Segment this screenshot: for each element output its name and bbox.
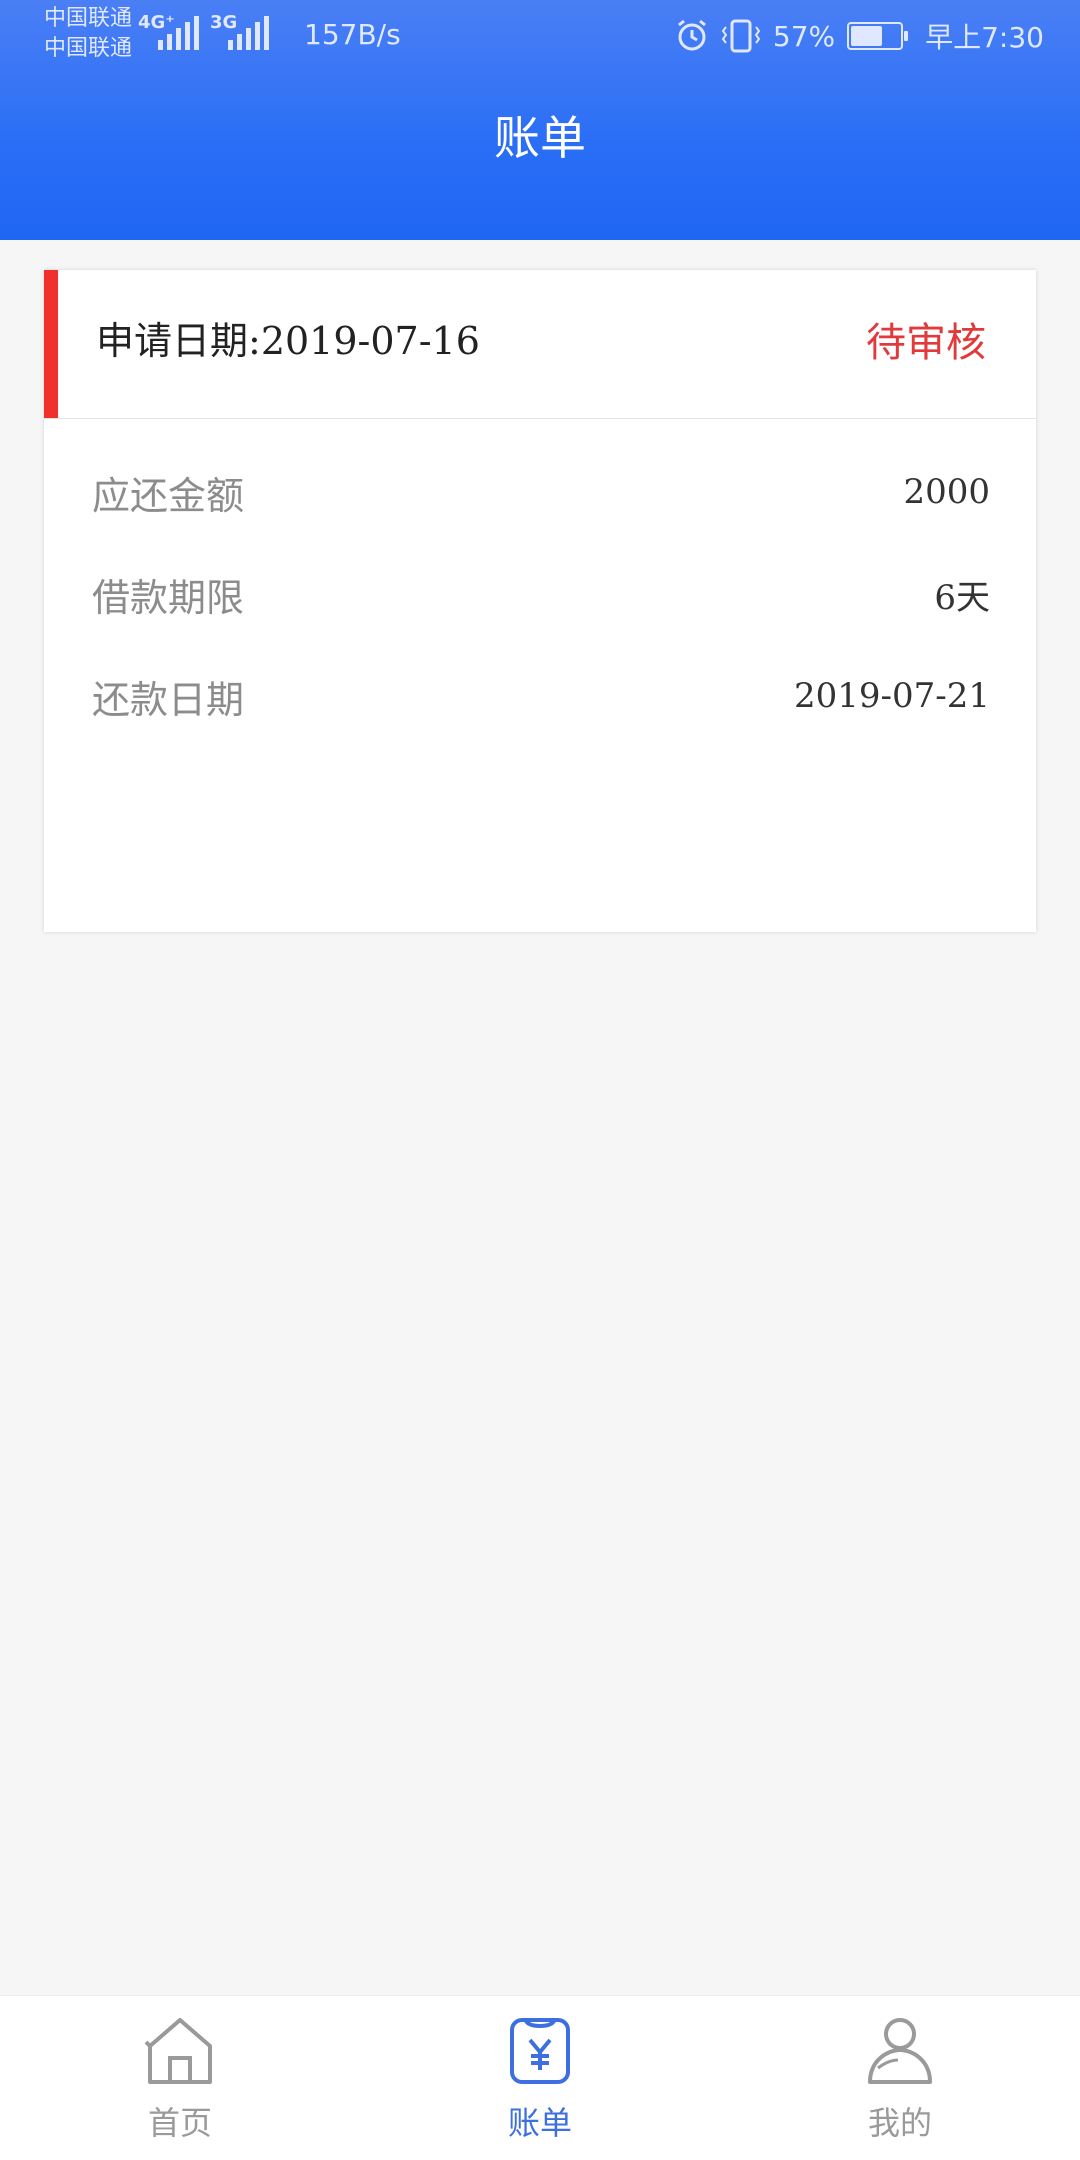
carrier-2: 中国联通 [44, 36, 133, 61]
row-value: 2019-07-21 [793, 676, 990, 716]
row-label: 应还金额 [92, 473, 245, 518]
row-value: 6天 [934, 577, 990, 618]
tab-profile-label: 我的 [867, 2104, 932, 2142]
status-bar: 中国联通 中国联通 4G⁺ 3G 157B/s 57% 早上7:30 [0, 0, 1080, 70]
bill-card-header: 申请日期:2019-07-16 待审核 [44, 270, 1036, 419]
tab-bill-label: 账单 [507, 2104, 572, 2142]
network-speed: 157B/s [304, 18, 401, 51]
apply-date: 申请日期:2019-07-16 [96, 310, 480, 365]
row-label: 还款日期 [92, 677, 245, 722]
carrier-1: 中国联通 [44, 6, 133, 31]
vibrate-icon [721, 19, 761, 53]
tab-profile[interactable]: 我的 [720, 1996, 1080, 2160]
bottom-tab-bar: 首页 账单 我的 [0, 1995, 1080, 2160]
page-title: 账单 [494, 111, 586, 165]
row-loan-term: 借款期限 6天 [92, 564, 990, 624]
tab-bill[interactable]: 账单 [360, 1996, 720, 2160]
carrier-names: 中国联通 中国联通 [44, 4, 132, 64]
apply-date-label: 申请日期: [96, 319, 261, 363]
status-badge: 待审核 [866, 320, 986, 366]
row-value: 2000 [903, 472, 990, 512]
bill-card[interactable]: 申请日期:2019-07-16 待审核 应还金额 2000 借款期限 6天 还款… [44, 270, 1036, 932]
battery-percent: 57% [772, 19, 836, 53]
status-indicator-bar [44, 270, 58, 418]
signal-icon-2 [228, 16, 269, 50]
alarm-icon [677, 19, 706, 51]
signal-icon [158, 16, 199, 50]
tab-home[interactable]: 首页 [0, 1996, 360, 2160]
home-icon [144, 2018, 212, 2084]
status-right: 57% 早上7:30 [675, 16, 1044, 56]
bill-icon [510, 2018, 570, 2084]
apply-date-value: 2019-07-16 [260, 319, 480, 363]
tab-home-label: 首页 [147, 2104, 212, 2142]
battery-icon [847, 22, 909, 50]
clock-time: 早上7:30 [925, 21, 1044, 54]
row-repay-date: 还款日期 2019-07-21 [92, 666, 990, 726]
row-label: 借款期限 [92, 575, 245, 620]
row-amount-due: 应还金额 2000 [92, 462, 990, 522]
header-bar: 中国联通 中国联通 4G⁺ 3G 157B/s 57% 早上7:30 账单 [0, 0, 1080, 240]
user-icon [868, 2018, 932, 2084]
